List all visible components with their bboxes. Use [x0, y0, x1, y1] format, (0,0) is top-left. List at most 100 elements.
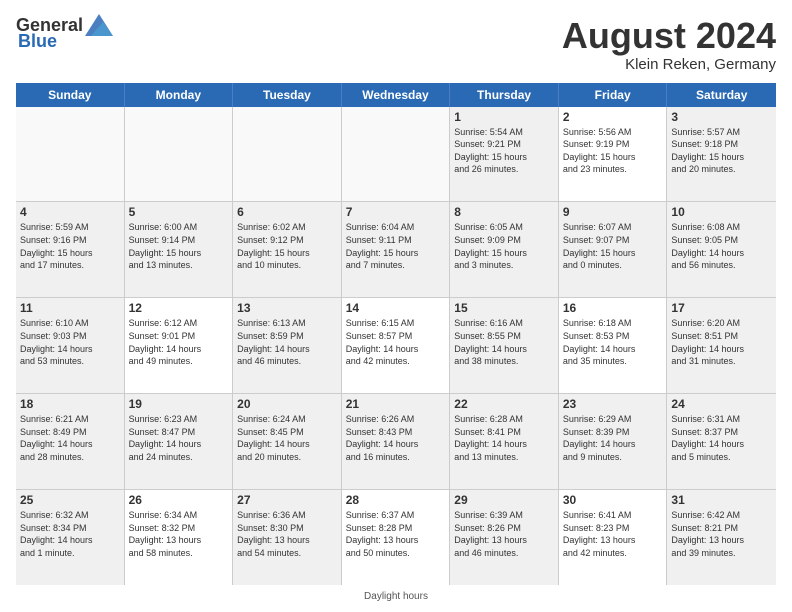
calendar-cell-empty	[125, 107, 234, 202]
header-day-wednesday: Wednesday	[342, 83, 451, 107]
cell-info: Sunrise: 6:02 AM Sunset: 9:12 PM Dayligh…	[237, 221, 337, 271]
calendar-cell-day-23: 23Sunrise: 6:29 AM Sunset: 8:39 PM Dayli…	[559, 394, 668, 489]
cell-info: Sunrise: 6:23 AM Sunset: 8:47 PM Dayligh…	[129, 413, 229, 463]
day-number: 14	[346, 301, 446, 315]
cell-info: Sunrise: 5:59 AM Sunset: 9:16 PM Dayligh…	[20, 221, 120, 271]
day-number: 30	[563, 493, 663, 507]
calendar-cell-day-19: 19 Sunrise: 6:23 AM Sunset: 8:47 PM Dayli…	[125, 394, 234, 489]
cell-info: Sunrise: 6:42 AM Sunset: 8:21 PM Dayligh…	[671, 509, 772, 559]
day-number: 3	[671, 110, 772, 124]
calendar-row-1: 1 Sunrise: 5:54 AM Sunset: 9:21 PM Daylig…	[16, 107, 776, 203]
day-number: 21	[346, 397, 446, 411]
calendar-row-3: 11Sunrise: 6:10 AM Sunset: 9:03 PM Dayli…	[16, 298, 776, 394]
calendar-cell-day-28: 28 Sunrise: 6:37 AM Sunset: 8:28 PM Dayli…	[342, 490, 451, 585]
calendar-cell-empty	[342, 107, 451, 202]
cell-info: Sunrise: 5:54 AM Sunset: 9:21 PM Dayligh…	[454, 126, 554, 176]
cell-info: Sunrise: 6:31 AM Sunset: 8:37 PM Dayligh…	[671, 413, 772, 463]
calendar-cell-day-21: 21 Sunrise: 6:26 AM Sunset: 8:43 PM Dayli…	[342, 394, 451, 489]
calendar-body: 1 Sunrise: 5:54 AM Sunset: 9:21 PM Daylig…	[16, 107, 776, 585]
day-number: 17	[671, 301, 772, 315]
calendar-cell-day-7: 7Sunrise: 6:04 AM Sunset: 9:11 PM Daylig…	[342, 202, 451, 297]
calendar-cell-day-12: 12 Sunrise: 6:12 AM Sunset: 9:01 PM Dayli…	[125, 298, 234, 393]
cell-info: Sunrise: 6:18 AM Sunset: 8:53 PM Dayligh…	[563, 317, 663, 367]
cell-info: Sunrise: 6:26 AM Sunset: 8:43 PM Dayligh…	[346, 413, 446, 463]
footer: Daylight hours	[16, 591, 776, 602]
calendar-cell-day-9: 9 Sunrise: 6:07 AM Sunset: 9:07 PM Daylig…	[559, 202, 668, 297]
calendar-cell-day-18: 18 Sunrise: 6:21 AM Sunset: 8:49 PM Dayli…	[16, 394, 125, 489]
calendar-cell-day-25: 25Sunrise: 6:32 AM Sunset: 8:34 PM Dayli…	[16, 490, 125, 585]
day-number: 10	[671, 205, 772, 219]
cell-info: Sunrise: 6:24 AM Sunset: 8:45 PM Dayligh…	[237, 413, 337, 463]
day-number: 15	[454, 301, 554, 315]
calendar-cell-day-10: 10 Sunrise: 6:08 AM Sunset: 9:05 PM Dayli…	[667, 202, 776, 297]
logo-icon	[85, 14, 113, 36]
calendar-cell-day-14: 14 Sunrise: 6:15 AM Sunset: 8:57 PM Dayli…	[342, 298, 451, 393]
calendar-cell-day-6: 6 Sunrise: 6:02 AM Sunset: 9:12 PM Daylig…	[233, 202, 342, 297]
day-number: 31	[671, 493, 772, 507]
day-number: 20	[237, 397, 337, 411]
calendar-cell-day-1: 1 Sunrise: 5:54 AM Sunset: 9:21 PM Daylig…	[450, 107, 559, 202]
cell-info: Sunrise: 6:37 AM Sunset: 8:28 PM Dayligh…	[346, 509, 446, 559]
calendar-cell-day-22: 22Sunrise: 6:28 AM Sunset: 8:41 PM Dayli…	[450, 394, 559, 489]
cell-info: Sunrise: 5:56 AM Sunset: 9:19 PM Dayligh…	[563, 126, 663, 176]
cell-info: Sunrise: 6:05 AM Sunset: 9:09 PM Dayligh…	[454, 221, 554, 271]
cell-info: Sunrise: 6:39 AM Sunset: 8:26 PM Dayligh…	[454, 509, 554, 559]
calendar-cell-day-26: 26Sunrise: 6:34 AM Sunset: 8:32 PM Dayli…	[125, 490, 234, 585]
day-number: 29	[454, 493, 554, 507]
cell-info: Sunrise: 6:36 AM Sunset: 8:30 PM Dayligh…	[237, 509, 337, 559]
day-number: 6	[237, 205, 337, 219]
calendar-cell-day-5: 5Sunrise: 6:00 AM Sunset: 9:14 PM Daylig…	[125, 202, 234, 297]
day-number: 22	[454, 397, 554, 411]
cell-info: Sunrise: 6:29 AM Sunset: 8:39 PM Dayligh…	[563, 413, 663, 463]
cell-info: Sunrise: 6:16 AM Sunset: 8:55 PM Dayligh…	[454, 317, 554, 367]
cell-info: Sunrise: 6:34 AM Sunset: 8:32 PM Dayligh…	[129, 509, 229, 559]
day-number: 5	[129, 205, 229, 219]
cell-info: Sunrise: 6:21 AM Sunset: 8:49 PM Dayligh…	[20, 413, 120, 463]
header-day-monday: Monday	[125, 83, 234, 107]
header-day-thursday: Thursday	[450, 83, 559, 107]
calendar-cell-day-13: 13Sunrise: 6:13 AM Sunset: 8:59 PM Dayli…	[233, 298, 342, 393]
cell-info: Sunrise: 6:07 AM Sunset: 9:07 PM Dayligh…	[563, 221, 663, 271]
calendar-row-2: 4Sunrise: 5:59 AM Sunset: 9:16 PM Daylig…	[16, 202, 776, 298]
calendar-cell-day-20: 20 Sunrise: 6:24 AM Sunset: 8:45 PM Dayli…	[233, 394, 342, 489]
cell-info: Sunrise: 5:57 AM Sunset: 9:18 PM Dayligh…	[671, 126, 772, 176]
header-day-tuesday: Tuesday	[233, 83, 342, 107]
calendar-row-4: 18 Sunrise: 6:21 AM Sunset: 8:49 PM Dayli…	[16, 394, 776, 490]
logo-blue-text: Blue	[18, 32, 57, 52]
header: General Blue August 2024 Klein Reken, Ge…	[16, 16, 776, 73]
calendar-cell-day-15: 15 Sunrise: 6:16 AM Sunset: 8:55 PM Dayli…	[450, 298, 559, 393]
day-number: 28	[346, 493, 446, 507]
day-number: 9	[563, 205, 663, 219]
cell-info: Sunrise: 6:13 AM Sunset: 8:59 PM Dayligh…	[237, 317, 337, 367]
subtitle: Klein Reken, Germany	[562, 56, 776, 73]
page: General Blue August 2024 Klein Reken, Ge…	[0, 0, 792, 612]
day-number: 12	[129, 301, 229, 315]
calendar-cell-day-3: 3 Sunrise: 5:57 AM Sunset: 9:18 PM Daylig…	[667, 107, 776, 202]
header-day-saturday: Saturday	[667, 83, 776, 107]
calendar-header: SundayMondayTuesdayWednesdayThursdayFrid…	[16, 83, 776, 107]
cell-info: Sunrise: 6:15 AM Sunset: 8:57 PM Dayligh…	[346, 317, 446, 367]
calendar-cell-day-8: 8 Sunrise: 6:05 AM Sunset: 9:09 PM Daylig…	[450, 202, 559, 297]
calendar-cell-day-16: 16Sunrise: 6:18 AM Sunset: 8:53 PM Dayli…	[559, 298, 668, 393]
day-number: 8	[454, 205, 554, 219]
calendar-cell-day-29: 29 Sunrise: 6:39 AM Sunset: 8:26 PM Dayli…	[450, 490, 559, 585]
calendar-cell-day-2: 2Sunrise: 5:56 AM Sunset: 9:19 PM Daylig…	[559, 107, 668, 202]
day-number: 1	[454, 110, 554, 124]
header-day-sunday: Sunday	[16, 83, 125, 107]
day-number: 7	[346, 205, 446, 219]
calendar-row-5: 25Sunrise: 6:32 AM Sunset: 8:34 PM Dayli…	[16, 490, 776, 585]
cell-info: Sunrise: 6:10 AM Sunset: 9:03 PM Dayligh…	[20, 317, 120, 367]
cell-info: Sunrise: 6:08 AM Sunset: 9:05 PM Dayligh…	[671, 221, 772, 271]
cell-info: Sunrise: 6:41 AM Sunset: 8:23 PM Dayligh…	[563, 509, 663, 559]
title-block: August 2024 Klein Reken, Germany	[562, 16, 776, 73]
cell-info: Sunrise: 6:32 AM Sunset: 8:34 PM Dayligh…	[20, 509, 120, 559]
day-number: 19	[129, 397, 229, 411]
calendar-cell-day-30: 30 Sunrise: 6:41 AM Sunset: 8:23 PM Dayli…	[559, 490, 668, 585]
calendar-cell-empty	[16, 107, 125, 202]
day-number: 24	[671, 397, 772, 411]
calendar-cell-empty	[233, 107, 342, 202]
cell-info: Sunrise: 6:12 AM Sunset: 9:01 PM Dayligh…	[129, 317, 229, 367]
calendar-cell-day-27: 27Sunrise: 6:36 AM Sunset: 8:30 PM Dayli…	[233, 490, 342, 585]
calendar: SundayMondayTuesdayWednesdayThursdayFrid…	[16, 83, 776, 585]
day-number: 18	[20, 397, 120, 411]
